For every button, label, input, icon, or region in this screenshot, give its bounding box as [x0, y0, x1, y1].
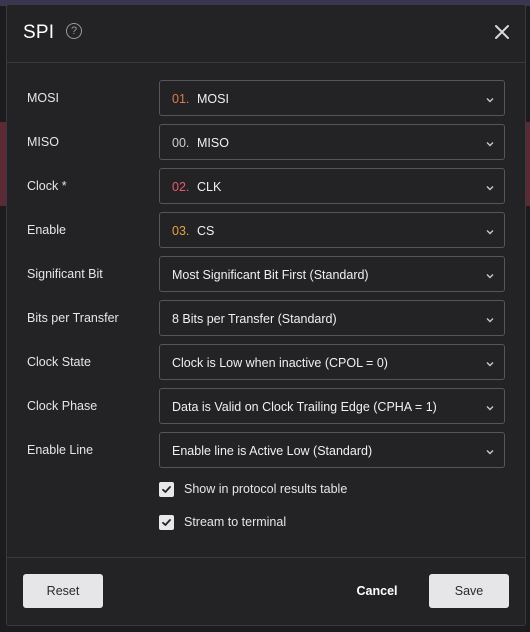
- clock-state-select[interactable]: Clock is Low when inactive (CPOL = 0): [159, 344, 505, 380]
- enable-value: CS: [197, 224, 215, 238]
- mosi-channel-number: 01.: [172, 92, 190, 106]
- mosi-value: MOSI: [197, 92, 229, 106]
- save-button[interactable]: Save: [429, 574, 509, 608]
- significant-bit-value: Most Significant Bit First (Standard): [172, 268, 369, 282]
- chevron-down-icon: [484, 313, 496, 325]
- field-row-bits-per-transfer: Bits per Transfer 8 Bits per Transfer (S…: [7, 300, 525, 336]
- chevron-down-icon: [484, 269, 496, 281]
- chevron-down-icon: [484, 357, 496, 369]
- checkmark-icon: [162, 518, 171, 526]
- bits-per-transfer-value: 8 Bits per Transfer (Standard): [172, 312, 337, 326]
- cancel-button[interactable]: Cancel: [342, 574, 412, 608]
- stream-to-terminal-checkbox[interactable]: [159, 514, 174, 530]
- mosi-select[interactable]: 01. MOSI: [159, 80, 505, 116]
- chevron-down-icon: [484, 401, 496, 413]
- clock-channel-number: 02.: [172, 180, 190, 194]
- show-in-table-checkbox[interactable]: [159, 481, 174, 497]
- checkmark-icon: [162, 485, 171, 493]
- miso-label: MISO: [27, 135, 59, 149]
- enable-channel-number: 03.: [172, 224, 190, 238]
- enable-line-value: Enable line is Active Low (Standard): [172, 444, 373, 458]
- clock-phase-value: Data is Valid on Clock Trailing Edge (CP…: [172, 400, 437, 414]
- chevron-down-icon: [484, 137, 496, 149]
- spi-settings-dialog: SPI ? MOSI 01. MOSI MISO 00. MISO Clock …: [6, 4, 526, 626]
- field-row-enable: Enable 03. CS: [7, 212, 525, 248]
- field-row-clock: Clock * 02. CLK: [7, 168, 525, 204]
- enable-label: Enable: [27, 223, 66, 237]
- field-row-miso: MISO 00. MISO: [7, 124, 525, 160]
- field-row-significant-bit: Significant Bit Most Significant Bit Fir…: [7, 256, 525, 292]
- show-in-table-label: Show in protocol results table: [184, 482, 348, 496]
- field-row-clock-state: Clock State Clock is Low when inactive (…: [7, 344, 525, 380]
- bits-per-transfer-select[interactable]: 8 Bits per Transfer (Standard): [159, 300, 505, 336]
- chevron-down-icon: [484, 181, 496, 193]
- enable-line-select[interactable]: Enable line is Active Low (Standard): [159, 432, 505, 468]
- clock-label: Clock *: [27, 179, 67, 193]
- close-icon[interactable]: [493, 23, 511, 41]
- miso-channel-number: 00.: [172, 136, 190, 150]
- clock-phase-select[interactable]: Data is Valid on Clock Trailing Edge (CP…: [159, 388, 505, 424]
- significant-bit-select[interactable]: Most Significant Bit First (Standard): [159, 256, 505, 292]
- clock-value: CLK: [197, 180, 222, 194]
- enable-line-label: Enable Line: [27, 443, 94, 457]
- clock-state-label: Clock State: [27, 355, 91, 369]
- stream-to-terminal-option: Stream to terminal: [159, 513, 286, 531]
- field-row-clock-phase: Clock Phase Data is Valid on Clock Trail…: [7, 388, 525, 424]
- reset-button[interactable]: Reset: [23, 574, 103, 608]
- chevron-down-icon: [484, 225, 496, 237]
- field-row-enable-line: Enable Line Enable line is Active Low (S…: [7, 432, 525, 468]
- question-circle-icon[interactable]: ?: [66, 23, 82, 39]
- header-divider: [7, 62, 525, 63]
- field-row-mosi: MOSI 01. MOSI: [7, 80, 525, 116]
- chevron-down-icon: [484, 93, 496, 105]
- clock-state-value: Clock is Low when inactive (CPOL = 0): [172, 356, 388, 370]
- bits-per-transfer-label: Bits per Transfer: [27, 311, 119, 325]
- dialog-header: SPI ?: [7, 5, 525, 61]
- significant-bit-label: Significant Bit: [27, 267, 103, 281]
- miso-select[interactable]: 00. MISO: [159, 124, 505, 160]
- dialog-title: SPI: [23, 22, 55, 43]
- show-in-table-option: Show in protocol results table: [159, 480, 347, 498]
- footer-divider: [7, 557, 525, 558]
- clock-phase-label: Clock Phase: [27, 399, 98, 413]
- miso-value: MISO: [197, 136, 229, 150]
- clock-select[interactable]: 02. CLK: [159, 168, 505, 204]
- mosi-label: MOSI: [27, 91, 59, 105]
- stream-to-terminal-label: Stream to terminal: [184, 515, 287, 529]
- chevron-down-icon: [484, 445, 496, 457]
- enable-select[interactable]: 03. CS: [159, 212, 505, 248]
